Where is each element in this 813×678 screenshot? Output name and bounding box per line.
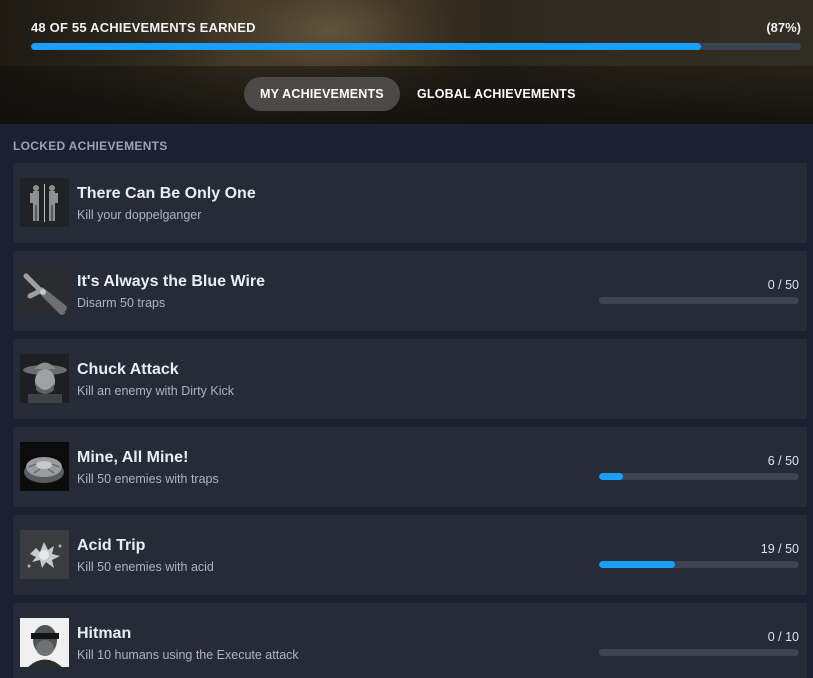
- achievement-progress-bar: [599, 561, 799, 568]
- achievement-description: Kill 50 enemies with acid: [77, 560, 214, 574]
- achievement-progress-summary: 48 OF 55 ACHIEVEMENTS EARNED (87%): [18, 0, 813, 66]
- achievement-description: Kill 10 humans using the Execute attack: [77, 648, 299, 662]
- achievement-progress-bar: [599, 649, 799, 656]
- achievement-title: Hitman: [77, 625, 132, 642]
- achievement-progress-fill: [599, 473, 623, 480]
- achievement-progress-count: 0 / 50: [767, 278, 799, 292]
- achievement-card[interactable]: Mine, All Mine! Kill 50 enemies with tra…: [13, 427, 807, 507]
- achievement-progress-count: 0 / 10: [767, 630, 799, 644]
- achievements-percent: (87%): [766, 20, 801, 35]
- achievement-description: Kill 50 enemies with traps: [77, 472, 219, 486]
- achievement-card[interactable]: Chuck Attack Kill an enemy with Dirty Ki…: [13, 339, 807, 419]
- achievement-tabs: MY ACHIEVEMENTS GLOBAL ACHIEVEMENTS: [0, 77, 813, 111]
- section-title: LOCKED ACHIEVEMENTS: [13, 139, 168, 153]
- achievement-title: There Can Be Only One: [77, 185, 256, 202]
- achievement-description: Kill an enemy with Dirty Kick: [77, 384, 234, 398]
- cowboy-portrait-icon: [20, 354, 69, 403]
- achievements-page: 48 OF 55 ACHIEVEMENTS EARNED (87%) MY AC…: [0, 0, 813, 678]
- achievement-card[interactable]: There Can Be Only One Kill your doppelga…: [13, 163, 807, 243]
- achievement-title: Acid Trip: [77, 537, 146, 554]
- achievement-title: It's Always the Blue Wire: [77, 273, 266, 290]
- achievement-description: Disarm 50 traps: [77, 296, 166, 310]
- overall-progress-fill: [31, 43, 701, 50]
- header-banner: 48 OF 55 ACHIEVEMENTS EARNED (87%) MY AC…: [0, 0, 813, 124]
- achievement-title: Chuck Attack: [77, 361, 179, 378]
- tab-my-achievements[interactable]: MY ACHIEVEMENTS: [244, 77, 400, 111]
- landmine-icon: [20, 442, 69, 491]
- achievement-card[interactable]: It's Always the Blue Wire Disarm 50 trap…: [13, 251, 807, 331]
- achievement-progress-count: 19 / 50: [760, 542, 799, 556]
- tab-global-achievements[interactable]: GLOBAL ACHIEVEMENTS: [401, 77, 592, 111]
- achievement-description: Kill your doppelganger: [77, 208, 202, 222]
- achievement-progress-bar: [599, 473, 799, 480]
- achievement-title: Mine, All Mine!: [77, 449, 189, 466]
- doppelganger-icon: [20, 178, 69, 227]
- hitman-portrait-icon: [20, 618, 69, 667]
- achievement-card[interactable]: Hitman Kill 10 humans using the Execute …: [13, 603, 807, 678]
- achievement-progress-bar: [599, 297, 799, 304]
- overall-progress-bar: [31, 43, 801, 50]
- acid-splash-icon: [20, 530, 69, 579]
- wire-cutters-icon: [20, 266, 69, 315]
- achievements-earned-label: 48 OF 55 ACHIEVEMENTS EARNED: [31, 20, 256, 35]
- achievement-progress-fill: [599, 561, 675, 568]
- achievement-progress-count: 6 / 50: [767, 454, 799, 468]
- achievement-card[interactable]: Acid Trip Kill 50 enemies with acid 19 /…: [13, 515, 807, 595]
